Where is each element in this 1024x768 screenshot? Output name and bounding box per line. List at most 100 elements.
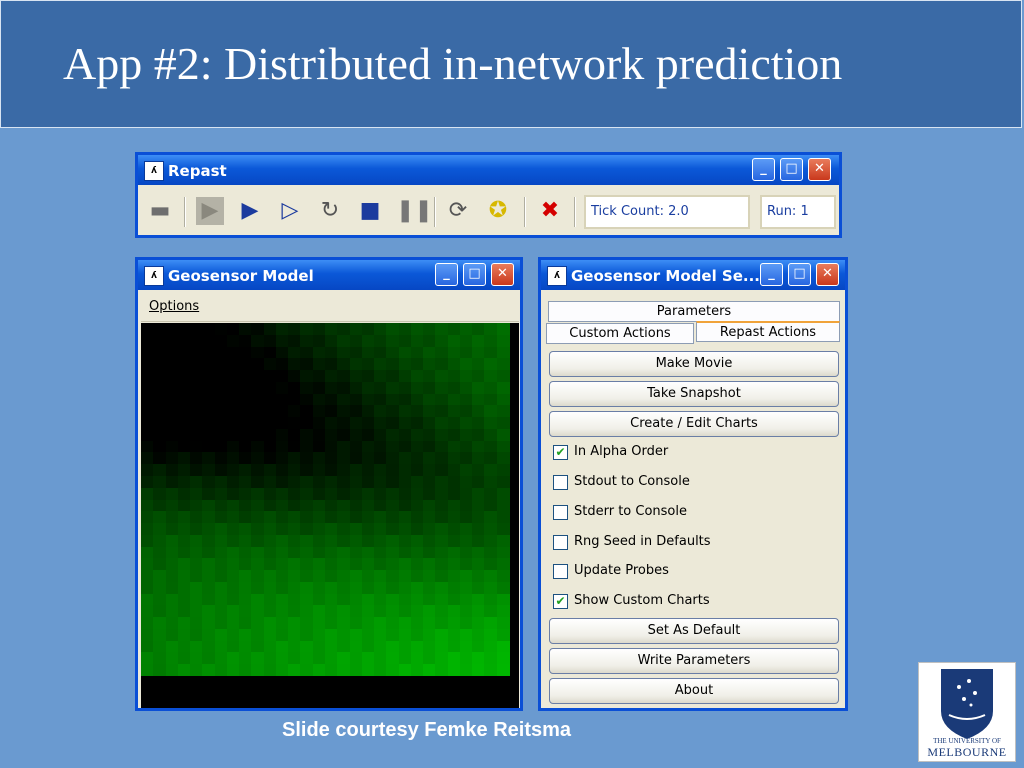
run-field: Run: 1 bbox=[760, 195, 836, 229]
grid-cell bbox=[423, 428, 437, 441]
folder-icon[interactable]: ▬ bbox=[146, 197, 174, 225]
grid-cell bbox=[496, 428, 510, 441]
repast-titlebar[interactable]: ʎ Repast _ □ ✕ bbox=[138, 155, 839, 185]
restart-icon[interactable]: ↻ bbox=[316, 197, 344, 225]
grid-cell bbox=[459, 617, 473, 630]
grid-cell bbox=[202, 323, 216, 335]
grid-cell bbox=[275, 417, 289, 430]
tab-repast-actions[interactable]: Repast Actions bbox=[696, 321, 840, 342]
model-titlebar[interactable]: ʎ Geosensor Model _ □ ✕ bbox=[138, 260, 520, 290]
grid-cell bbox=[435, 546, 449, 559]
lightbulb-icon[interactable]: ✪ bbox=[484, 197, 512, 225]
grid-cell bbox=[435, 370, 449, 383]
grid-cell bbox=[153, 523, 167, 536]
grid-cell bbox=[472, 523, 486, 536]
stop-icon[interactable]: ■ bbox=[356, 197, 384, 225]
grid-cell bbox=[300, 534, 314, 547]
tab-parameters[interactable]: Parameters bbox=[548, 301, 840, 322]
checkbox-box[interactable] bbox=[553, 475, 568, 490]
grid-cell bbox=[312, 546, 326, 559]
grid-cell bbox=[447, 452, 461, 465]
grid-cell bbox=[435, 664, 449, 677]
reset-icon[interactable]: ⟳ bbox=[444, 197, 472, 225]
settings-titlebar[interactable]: ʎ Geosensor Model Se... _ □ ✕ bbox=[541, 260, 845, 290]
exit-icon[interactable]: ✖ bbox=[536, 197, 564, 225]
grid-cell bbox=[337, 664, 351, 677]
grid-cell bbox=[337, 499, 351, 512]
grid-cell bbox=[496, 464, 510, 477]
options-menu[interactable]: Options bbox=[149, 299, 199, 314]
grid-cell bbox=[263, 652, 277, 665]
tab-custom-actions[interactable]: Custom Actions bbox=[546, 323, 694, 344]
checkbox-box[interactable] bbox=[553, 535, 568, 550]
minimize-button[interactable]: _ bbox=[752, 158, 775, 181]
grid-cell bbox=[472, 534, 486, 547]
grid-cell bbox=[349, 534, 363, 547]
set-as-default-button[interactable]: Set As Default bbox=[549, 618, 839, 644]
maximize-button[interactable]: □ bbox=[780, 158, 803, 181]
grid-cell bbox=[251, 358, 265, 371]
take-snapshot-button[interactable]: Take Snapshot bbox=[549, 381, 839, 407]
grid-cell bbox=[459, 323, 473, 335]
grid-cell bbox=[214, 346, 228, 359]
grid-cell bbox=[190, 452, 204, 465]
grid-cell bbox=[423, 652, 437, 665]
grid-cell bbox=[398, 452, 412, 465]
grid-cell bbox=[141, 452, 154, 465]
grid-cell bbox=[202, 664, 216, 677]
grid-cell bbox=[300, 558, 314, 571]
grid-cell bbox=[226, 428, 240, 441]
grid-cell bbox=[496, 640, 510, 653]
grid-cell bbox=[472, 440, 486, 453]
toolbar-separator bbox=[524, 197, 526, 227]
grid-cell bbox=[141, 511, 154, 524]
grid-cell bbox=[361, 581, 375, 594]
grid-cell bbox=[459, 499, 473, 512]
checkbox-box[interactable] bbox=[553, 505, 568, 520]
setup-icon[interactable]: ▶ bbox=[196, 197, 224, 225]
grid-cell bbox=[349, 358, 363, 371]
grid-cell bbox=[202, 440, 216, 453]
create-edit-charts-button[interactable]: Create / Edit Charts bbox=[549, 411, 839, 437]
grid-cell bbox=[239, 558, 253, 571]
maximize-button[interactable]: □ bbox=[463, 263, 486, 286]
grid-cell bbox=[165, 417, 179, 430]
grid-cell bbox=[239, 323, 253, 335]
grid-cell bbox=[153, 652, 167, 665]
check-icon[interactable]: ✔ bbox=[553, 594, 568, 609]
grid-cell bbox=[226, 464, 240, 477]
make-movie-button[interactable]: Make Movie bbox=[549, 351, 839, 377]
grid-cell bbox=[202, 558, 216, 571]
check-icon[interactable]: ✔ bbox=[553, 445, 568, 460]
model-menubar: Options bbox=[141, 293, 519, 322]
grid-cell bbox=[386, 370, 400, 383]
close-button[interactable]: ✕ bbox=[816, 263, 839, 286]
maximize-button[interactable]: □ bbox=[788, 263, 811, 286]
grid-cell bbox=[190, 593, 204, 606]
pause-icon[interactable]: ❚❚ bbox=[396, 197, 433, 225]
grid-cell bbox=[386, 417, 400, 430]
grid-cell bbox=[374, 570, 388, 583]
about-button[interactable]: About bbox=[549, 678, 839, 704]
grid-cell bbox=[337, 628, 351, 641]
grid-cell bbox=[251, 334, 265, 347]
play-icon[interactable]: ▶ bbox=[236, 197, 264, 225]
step-icon[interactable]: ▷ bbox=[276, 197, 304, 225]
close-button[interactable]: ✕ bbox=[808, 158, 831, 181]
grid-cell bbox=[435, 452, 449, 465]
checkbox-box[interactable] bbox=[553, 564, 568, 579]
grid-cell bbox=[423, 440, 437, 453]
grid-cell bbox=[398, 652, 412, 665]
grid-cell bbox=[447, 381, 461, 394]
minimize-button[interactable]: _ bbox=[760, 263, 783, 286]
write-parameters-button[interactable]: Write Parameters bbox=[549, 648, 839, 674]
close-button[interactable]: ✕ bbox=[491, 263, 514, 286]
grid-cell bbox=[263, 381, 277, 394]
grid-cell bbox=[300, 652, 314, 665]
minimize-button[interactable]: _ bbox=[435, 263, 458, 286]
grid-cell bbox=[202, 370, 216, 383]
grid-cell bbox=[325, 393, 338, 406]
logo-line2: MELBOURNE bbox=[927, 745, 1007, 759]
grid-cell bbox=[190, 464, 204, 477]
grid-cell bbox=[386, 617, 400, 630]
